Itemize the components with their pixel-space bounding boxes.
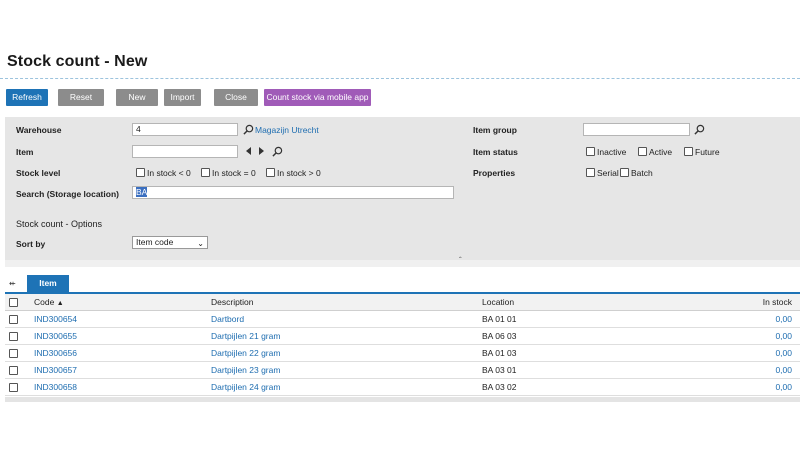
warehouse-label: Warehouse	[16, 125, 62, 135]
row-code-link[interactable]: IND300656	[34, 345, 77, 362]
properties-label: Properties	[473, 168, 516, 178]
row-in-stock[interactable]: 0,00	[775, 311, 792, 328]
column-header-description[interactable]: Description	[211, 294, 254, 311]
search-location-input[interactable]: BA	[132, 186, 454, 199]
table-row: IND300655 Dartpijlen 21 gram BA 06 03 0,…	[5, 328, 800, 345]
title-divider	[0, 78, 800, 79]
stock-level-label: Stock level	[16, 168, 61, 178]
stock-gt-zero-label: In stock > 0	[277, 168, 321, 178]
row-location: BA 03 01	[482, 365, 517, 375]
page-title: Stock count - New	[7, 53, 148, 70]
batch-label: Batch	[631, 168, 653, 178]
item-group-label: Item group	[473, 125, 517, 135]
import-button[interactable]: Import	[164, 89, 201, 106]
warehouse-lookup-icon[interactable]	[243, 124, 254, 135]
column-code-label: Code	[34, 297, 55, 307]
row-code-link[interactable]: IND300658	[34, 379, 77, 396]
sort-asc-icon: ▲	[56, 300, 64, 307]
row-description-link[interactable]: Dartpijlen 24 gram	[211, 379, 280, 396]
row-location: BA 01 01	[482, 314, 517, 324]
status-active-checkbox[interactable]	[638, 147, 647, 156]
serial-label: Serial	[597, 168, 619, 178]
grid-header-row: Code ▲ Description Location In stock	[5, 294, 800, 311]
column-header-location[interactable]: Location	[482, 294, 514, 311]
row-description-link[interactable]: Dartbord	[211, 311, 244, 328]
count-stock-mobile-button[interactable]: Count stock via mobile app	[264, 89, 371, 106]
row-description-link[interactable]: Dartpijlen 23 gram	[211, 362, 280, 379]
status-active-label: Active	[649, 147, 673, 157]
warehouse-input[interactable]: 4	[132, 123, 238, 136]
row-checkbox[interactable]	[9, 383, 18, 392]
stock-grid: Code ▲ Description Location In stock IND…	[5, 294, 800, 396]
close-button[interactable]: Close	[214, 89, 258, 106]
row-code-link[interactable]: IND300655	[34, 328, 77, 345]
column-header-in-stock[interactable]: In stock	[763, 294, 792, 311]
column-header-code[interactable]: Code ▲	[34, 294, 64, 311]
new-button[interactable]: New	[116, 89, 158, 106]
table-row: IND300654 Dartbord BA 01 01 0,00	[5, 311, 800, 328]
tab-item[interactable]: Item	[27, 275, 69, 292]
item-group-lookup-icon[interactable]	[694, 124, 705, 135]
arrow-right-icon[interactable]	[258, 147, 265, 155]
row-location: BA 01 03	[482, 348, 517, 358]
row-in-stock[interactable]: 0,00	[775, 379, 792, 396]
row-checkbox[interactable]	[9, 332, 18, 341]
row-location: BA 03 02	[482, 382, 517, 392]
status-inactive-label: Inactive	[597, 147, 627, 157]
serial-checkbox[interactable]	[586, 168, 595, 177]
sort-by-value: Item code	[136, 237, 174, 247]
row-in-stock[interactable]: 0,00	[775, 362, 792, 379]
row-description-link[interactable]: Dartpijlen 21 gram	[211, 328, 280, 345]
item-status-label: Item status	[473, 147, 518, 157]
stock-lt-zero-label: In stock < 0	[147, 168, 191, 178]
table-row: IND300657 Dartpijlen 23 gram BA 03 01 0,…	[5, 362, 800, 379]
filter-panel: Warehouse 4 Magazijn Utrecht Item Stock …	[5, 117, 800, 260]
search-location-value: BA	[136, 187, 148, 197]
sort-by-label: Sort by	[16, 239, 46, 249]
stock-gt-zero-checkbox[interactable]	[266, 168, 275, 177]
collapse-caret-icon[interactable]: ˆ	[459, 256, 462, 265]
status-inactive-checkbox[interactable]	[586, 147, 595, 156]
row-code-link[interactable]: IND300657	[34, 362, 77, 379]
row-location: BA 06 03	[482, 331, 517, 341]
refresh-button[interactable]: Refresh	[6, 89, 48, 106]
options-heading: Stock count - Options	[16, 219, 103, 229]
row-description-link[interactable]: Dartpijlen 22 gram	[211, 345, 280, 362]
status-future-label: Future	[695, 147, 720, 157]
item-label: Item	[16, 147, 34, 157]
row-in-stock[interactable]: 0,00	[775, 328, 792, 345]
pin-icon[interactable]: ⇷	[9, 279, 16, 288]
row-checkbox[interactable]	[9, 366, 18, 375]
table-row: IND300658 Dartpijlen 24 gram BA 03 02 0,…	[5, 379, 800, 396]
stock-lt-zero-checkbox[interactable]	[136, 168, 145, 177]
stock-eq-zero-checkbox[interactable]	[201, 168, 210, 177]
batch-checkbox[interactable]	[620, 168, 629, 177]
grid-footer-bar	[5, 397, 800, 402]
row-checkbox[interactable]	[9, 349, 18, 358]
tabs-row: ⇷ Item	[5, 275, 800, 292]
row-code-link[interactable]: IND300654	[34, 311, 77, 328]
collapse-bar[interactable]	[5, 260, 800, 267]
table-row: IND300656 Dartpijlen 22 gram BA 01 03 0,…	[5, 345, 800, 362]
status-future-checkbox[interactable]	[684, 147, 693, 156]
reset-button[interactable]: Reset	[58, 89, 104, 106]
row-in-stock[interactable]: 0,00	[775, 345, 792, 362]
chevron-down-icon: ⌄	[197, 239, 204, 248]
arrow-left-icon[interactable]	[245, 147, 252, 155]
item-input[interactable]	[132, 145, 238, 158]
item-group-input[interactable]	[583, 123, 690, 136]
row-checkbox[interactable]	[9, 315, 18, 324]
sort-by-select[interactable]: Item code ⌄	[132, 236, 208, 249]
item-lookup-icon[interactable]	[272, 146, 283, 157]
warehouse-name-link[interactable]: Magazijn Utrecht	[255, 125, 319, 135]
select-all-checkbox[interactable]	[9, 298, 18, 307]
stock-eq-zero-label: In stock = 0	[212, 168, 256, 178]
search-location-label: Search (Storage location)	[16, 189, 119, 199]
